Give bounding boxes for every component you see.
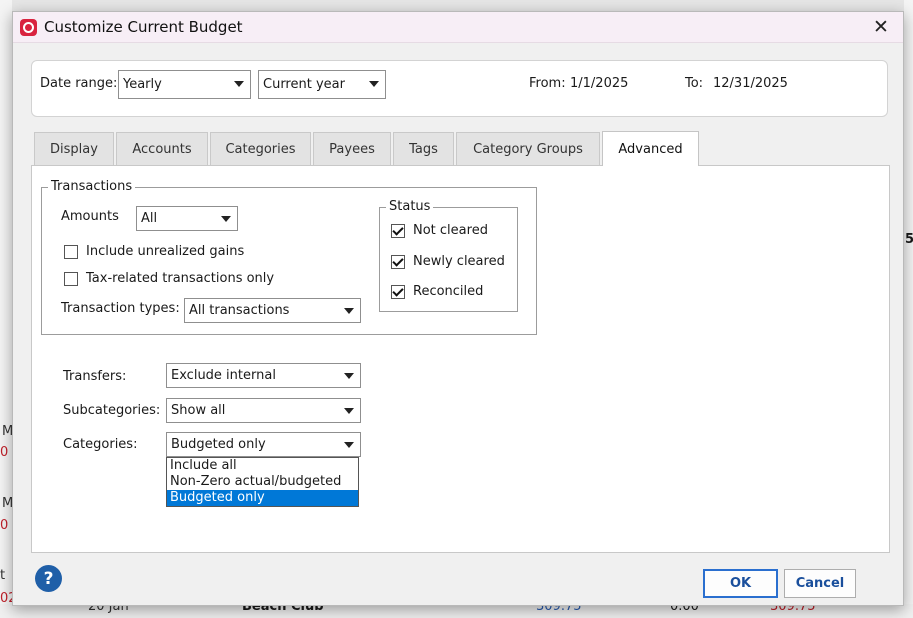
- date-range-scope-select[interactable]: Current year: [258, 70, 386, 99]
- transactions-legend: Transactions: [48, 179, 136, 194]
- chevron-down-icon: [221, 216, 231, 222]
- categories-select[interactable]: Budgeted only: [166, 432, 361, 457]
- bg-fragment: 5: [905, 232, 913, 247]
- date-range-period-value: Yearly: [123, 77, 162, 92]
- checkbox-box: [64, 271, 78, 286]
- background-bottom-strip: 20 Jan Beach Club 309.75 0.00 309.75: [0, 599, 913, 618]
- transfers-value: Exclude internal: [171, 368, 276, 383]
- chevron-down-icon: [344, 373, 354, 379]
- transaction-types-select[interactable]: All transactions: [184, 298, 361, 323]
- bg-fragment: t: [0, 568, 6, 583]
- categories-label: Categories:: [63, 437, 138, 452]
- categories-value: Budgeted only: [171, 437, 266, 452]
- bg-fragment: 0: [0, 445, 9, 460]
- reconciled-checkbox[interactable]: Reconciled: [391, 284, 483, 299]
- dropdown-option-include-all[interactable]: Include all: [167, 458, 358, 474]
- categories-dropdown-list: Include all Non-Zero actual/budgeted Bud…: [166, 457, 359, 507]
- newly-cleared-label: Newly cleared: [413, 254, 505, 269]
- status-legend: Status: [386, 199, 434, 214]
- to-date: 12/31/2025: [713, 76, 788, 91]
- subcategories-value: Show all: [171, 403, 226, 418]
- tab-categories[interactable]: Categories: [210, 132, 311, 166]
- ok-button[interactable]: OK: [703, 569, 778, 598]
- date-range-period-select[interactable]: Yearly: [118, 70, 251, 99]
- dropdown-option-budgeted-only[interactable]: Budgeted only: [167, 490, 358, 506]
- tab-accounts[interactable]: Accounts: [116, 132, 208, 166]
- include-unrealized-label: Include unrealized gains: [86, 244, 245, 259]
- checkbox-checked: [391, 223, 405, 238]
- checkbox-checked: [391, 284, 405, 299]
- close-icon[interactable]: ✕: [871, 17, 891, 37]
- reconciled-label: Reconciled: [413, 284, 484, 299]
- title-bar[interactable]: Customize Current Budget ✕: [13, 12, 903, 43]
- newly-cleared-checkbox[interactable]: Newly cleared: [391, 254, 505, 269]
- transfers-select[interactable]: Exclude internal: [166, 363, 361, 388]
- tab-advanced[interactable]: Advanced: [602, 131, 699, 166]
- from-label: From:: [529, 76, 566, 91]
- amounts-select[interactable]: All: [136, 206, 238, 231]
- checkbox-box: [64, 244, 78, 259]
- bg-fragment: 0: [0, 518, 9, 533]
- transfers-label: Transfers:: [63, 369, 127, 384]
- advanced-tab-panel: Transactions Amounts All Include unreali…: [31, 165, 890, 553]
- tax-related-label: Tax-related transactions only: [86, 271, 275, 286]
- chevron-down-icon: [369, 81, 379, 87]
- dialog-title: Customize Current Budget: [44, 18, 243, 36]
- date-range-panel: Date range: Yearly Current year From: 1/…: [31, 60, 888, 117]
- date-range-label: Date range:: [40, 76, 118, 91]
- background-right-strip: 5: [904, 0, 913, 618]
- status-group: Status Not cleared Newly cleared Reconci…: [379, 199, 518, 312]
- dropdown-option-non-zero[interactable]: Non-Zero actual/budgeted: [167, 474, 358, 490]
- cancel-button[interactable]: Cancel: [784, 569, 856, 598]
- to-label: To:: [685, 76, 704, 91]
- help-icon[interactable]: ?: [35, 565, 62, 592]
- amounts-value: All: [141, 211, 158, 226]
- app-logo-icon: [20, 18, 37, 36]
- chevron-down-icon: [234, 81, 244, 87]
- from-date: 1/1/2025: [570, 76, 629, 91]
- include-unrealized-checkbox[interactable]: Include unrealized gains: [64, 244, 244, 259]
- background-left-strip: M 0 M 0 t 02: [0, 0, 17, 618]
- amounts-label: Amounts: [61, 209, 119, 224]
- chevron-down-icon: [344, 442, 354, 448]
- transaction-types-label: Transaction types:: [61, 301, 180, 316]
- subcategories-select[interactable]: Show all: [166, 398, 361, 423]
- tab-payees[interactable]: Payees: [313, 132, 391, 166]
- transaction-types-value: All transactions: [189, 303, 290, 318]
- not-cleared-label: Not cleared: [413, 223, 488, 238]
- checkbox-checked: [391, 254, 405, 269]
- subcategories-label: Subcategories:: [63, 403, 161, 418]
- not-cleared-checkbox[interactable]: Not cleared: [391, 223, 488, 238]
- date-range-scope-value: Current year: [263, 77, 345, 92]
- chevron-down-icon: [344, 308, 354, 314]
- tab-category-groups[interactable]: Category Groups: [456, 132, 600, 166]
- tab-tags[interactable]: Tags: [393, 132, 454, 166]
- tax-related-checkbox[interactable]: Tax-related transactions only: [64, 271, 274, 286]
- chevron-down-icon: [344, 408, 354, 414]
- customize-budget-dialog: Customize Current Budget ✕ Date range: Y…: [12, 11, 904, 606]
- tab-display[interactable]: Display: [34, 132, 114, 166]
